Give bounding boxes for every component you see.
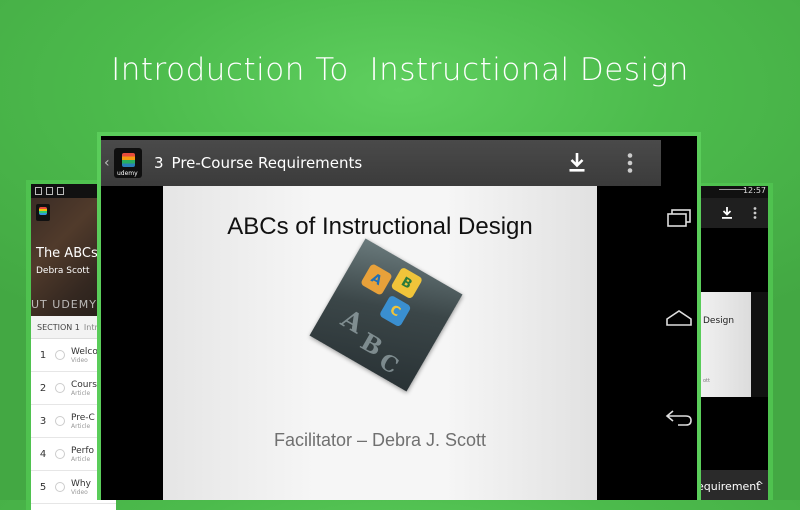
chevron-left-icon[interactable]: ‹	[104, 155, 112, 171]
image-notification-icon	[57, 187, 64, 195]
slide-fragment-subtitle: ott	[703, 378, 710, 384]
slide-facilitator: Facilitator – Debra J. Scott	[273, 430, 487, 450]
lecture-number: 4	[39, 448, 47, 460]
lecture-title: Welco	[71, 346, 98, 357]
lecture-type: Video	[71, 356, 88, 364]
lecture-title: Pre-Course Requirements	[171, 154, 363, 172]
lecture-toolbar	[697, 198, 768, 228]
right-device-frame: 12:57 Design ott equirement ^	[697, 183, 773, 500]
abc-blocks-image: A B C A B C	[309, 238, 463, 392]
lecture-title: Cours	[71, 379, 97, 390]
home-button[interactable]	[661, 308, 697, 328]
slide-fragment-title: Design	[703, 316, 735, 326]
headline: Introduction To Instructional Design	[111, 52, 689, 88]
lecture-number: 2	[39, 382, 47, 394]
chevron-up-icon[interactable]: ^	[755, 479, 764, 492]
navigation-bar	[661, 136, 697, 500]
back-arrow-icon[interactable]	[664, 408, 694, 428]
about-udemy-label: UT UDEMY	[31, 298, 97, 311]
next-lecture-bar[interactable]: equirement ^	[697, 470, 768, 500]
lecture-number: 3	[39, 415, 47, 427]
instructor-name: Debra Scott	[36, 266, 90, 276]
block-c: C	[378, 294, 412, 328]
udemy-logo-icon[interactable]	[36, 204, 50, 221]
overflow-menu-icon[interactable]	[753, 207, 757, 219]
progress-circle-icon	[55, 383, 65, 393]
download-icon[interactable]	[568, 151, 586, 173]
next-lecture-title: equirement	[697, 480, 761, 493]
lecture-type: Article	[71, 389, 91, 397]
recent-apps-icon[interactable]	[666, 208, 692, 228]
action-bar: ‹ udemy 3 Pre-Course Requirements	[101, 140, 661, 186]
signal-icon	[719, 189, 745, 196]
progress-circle-icon	[55, 416, 65, 426]
overflow-menu-icon[interactable]	[627, 153, 633, 173]
lecture-player-screen: ‹ udemy 3 Pre-Course Requirements ABCs o…	[101, 136, 697, 500]
progress-circle-icon	[55, 350, 65, 360]
progress-circle-icon	[55, 449, 65, 459]
block-b: B	[390, 266, 424, 300]
lecture-number: 3	[154, 154, 164, 172]
lecture-number: 1	[39, 349, 47, 361]
lecture-type: Video	[71, 488, 88, 496]
lecture-slide: ABCs of Instructional Design A B C A B C…	[163, 186, 597, 500]
status-clock: 12:57	[742, 186, 766, 195]
recent-apps-button[interactable]	[661, 208, 697, 228]
home-icon[interactable]	[665, 308, 693, 328]
lecture-number: 5	[39, 481, 47, 493]
storage-icon	[46, 187, 53, 195]
slide-title: ABCs of Instructional Design	[227, 213, 533, 240]
lecture-title: Pre-C	[71, 412, 95, 423]
app-name: udemy	[117, 170, 138, 177]
lecture-type: Article	[71, 422, 91, 430]
back-button[interactable]	[661, 408, 697, 428]
status-bar: 12:57	[697, 186, 768, 198]
download-icon[interactable]	[721, 206, 733, 219]
lecture-type: Article	[71, 455, 91, 463]
center-device-frame: ‹ udemy 3 Pre-Course Requirements ABCs o…	[97, 132, 701, 500]
lecture-title: Why	[71, 478, 91, 489]
slide-fragment: Design ott	[697, 292, 751, 397]
block-a: A	[360, 263, 393, 296]
udemy-app-icon[interactable]: udemy	[114, 148, 142, 178]
sim-icon	[35, 187, 42, 195]
lecture-title: Perfo	[71, 445, 95, 456]
right-device-screen: 12:57 Design ott equirement ^	[697, 186, 768, 500]
progress-circle-icon	[55, 482, 65, 492]
section-label: SECTION 1	[37, 322, 80, 332]
